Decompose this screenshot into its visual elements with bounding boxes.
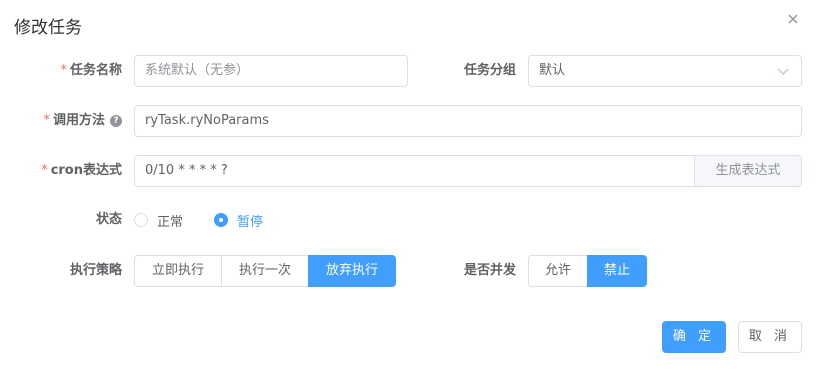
- radio-circle-checked: [214, 213, 228, 227]
- generate-expression-button[interactable]: 生成表达式: [695, 155, 802, 187]
- misfire-abandon-button[interactable]: 放弃执行: [308, 255, 396, 287]
- concurrent-label: 是否并发: [463, 263, 516, 278]
- job-group-select[interactable]: 默认: [528, 55, 802, 87]
- concurrent-group: 允许 禁止: [528, 255, 647, 287]
- cancel-button[interactable]: 取 消: [738, 321, 802, 353]
- misfire-once-button[interactable]: 执行一次: [221, 255, 309, 287]
- question-circle-icon[interactable]: ?: [110, 115, 122, 127]
- confirm-button[interactable]: 确 定: [662, 321, 726, 353]
- misfire-immediate-button[interactable]: 立即执行: [134, 255, 222, 287]
- misfire-policy-label: 执行策略: [69, 263, 122, 278]
- job-name-label: * 任务名称: [60, 63, 122, 78]
- misfire-policy-group: 立即执行 执行一次 放弃执行: [134, 255, 396, 287]
- invoke-target-input[interactable]: ryTask.ryNoParams: [134, 105, 802, 137]
- radio-circle: [134, 213, 148, 227]
- close-icon[interactable]: [786, 12, 802, 28]
- status-radio-paused[interactable]: 暂停: [214, 204, 263, 236]
- concurrent-allow-button[interactable]: 允许: [528, 255, 588, 287]
- cron-input[interactable]: 0/10 * * * * ?: [134, 155, 695, 187]
- concurrent-deny-button[interactable]: 禁止: [587, 255, 647, 287]
- dialog-title: 修改任务: [14, 18, 82, 38]
- status-label: 状态: [95, 212, 122, 227]
- status-radio-normal[interactable]: 正常: [134, 204, 183, 236]
- job-name-input[interactable]: 系统默认（无参）: [134, 55, 408, 87]
- job-group-value: 默认: [539, 63, 566, 78]
- required-mark: *: [60, 63, 67, 78]
- invoke-target-label: * 调用方法?: [20, 105, 122, 137]
- required-mark: *: [41, 163, 48, 178]
- chevron-down-icon: [777, 68, 789, 75]
- job-group-label: 任务分组: [463, 63, 516, 78]
- cron-label: * cron表达式: [41, 163, 122, 178]
- edit-task-dialog: 修改任务 * 任务名称 系统默认（无参） 任务分组 默认 * 调用方法? ryTas…: [0, 0, 817, 369]
- required-mark: *: [43, 113, 50, 128]
